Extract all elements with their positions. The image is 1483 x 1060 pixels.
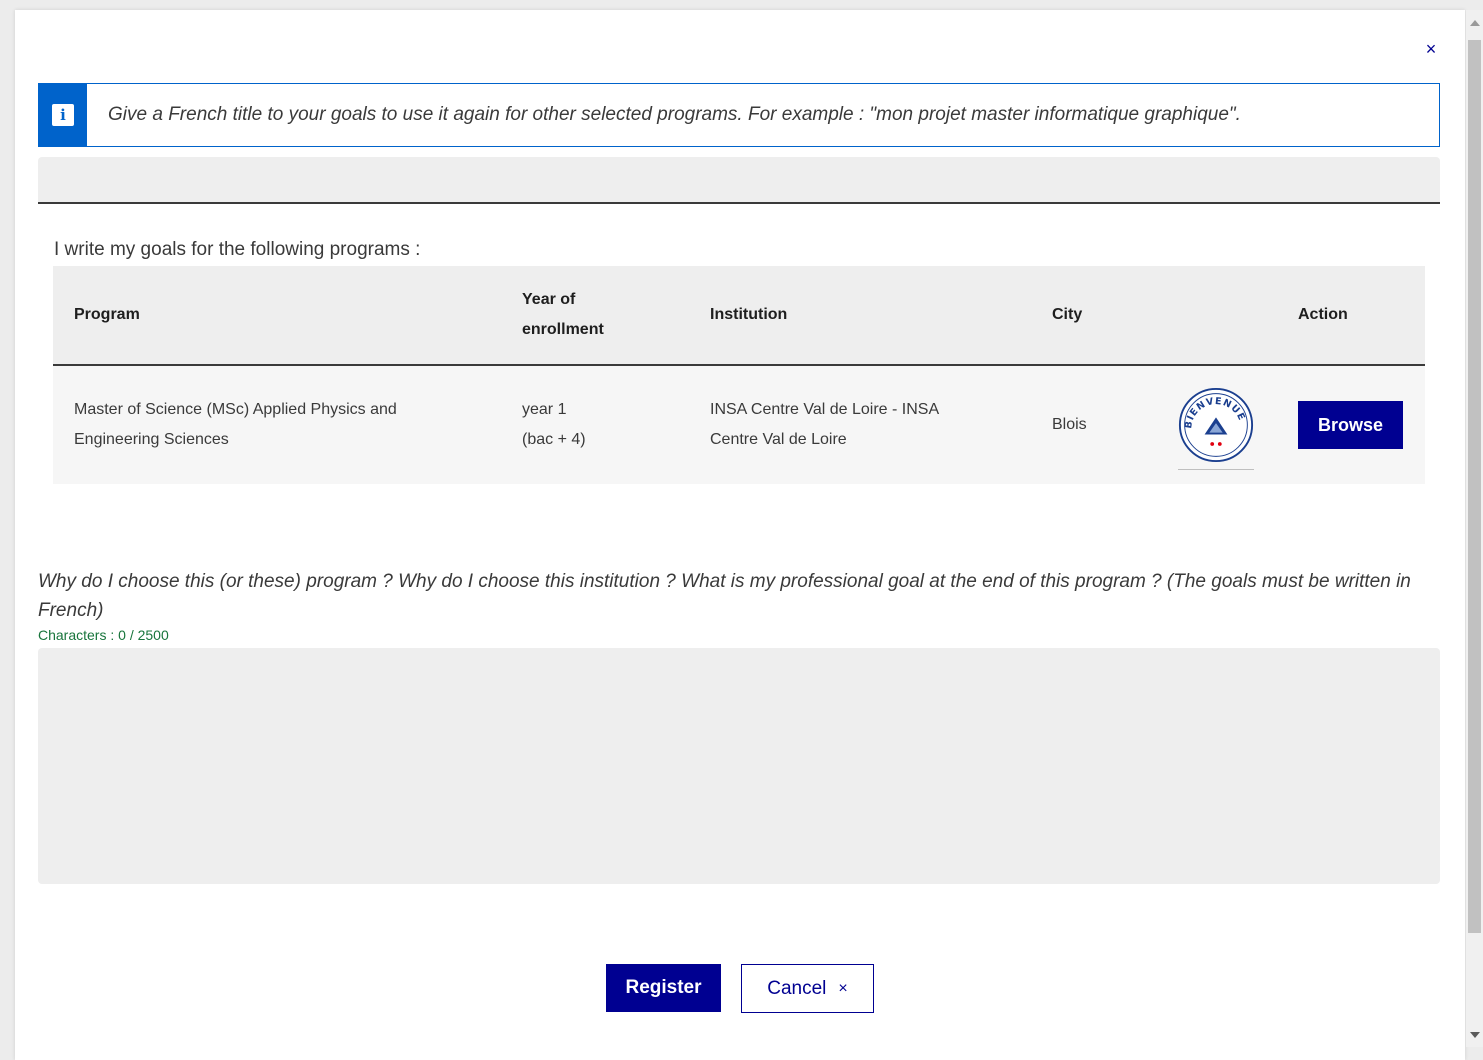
register-button[interactable]: Register [606,964,721,1012]
info-text: Give a French title to your goals to use… [108,104,1241,125]
browse-button[interactable]: Browse [1298,401,1404,449]
goals-dialog: × i Give a French title to your goals to… [15,10,1465,1060]
institution-line2: Centre Val de Loire [710,431,847,448]
program-name-line1: Master of Science (MSc) Applied Physics … [74,401,397,418]
scroll-thumb[interactable] [1468,40,1481,933]
character-counter: Characters : 0 / 2500 [38,627,169,643]
scroll-down-icon[interactable] [1470,1032,1480,1038]
header-badge [1157,266,1277,365]
table-row: Master of Science (MSc) Applied Physics … [53,365,1425,484]
header-year-line1: Year of [522,291,576,308]
institution-line1: INSA Centre Val de Loire - INSA [710,401,940,418]
info-icon: i [52,104,74,126]
info-notice: i Give a French title to your goals to u… [38,83,1440,147]
vertical-scrollbar[interactable] [1466,10,1483,1047]
bienvenue-en-france-badge: BIENVENUE [1178,387,1254,470]
header-year-line2: enrollment [522,321,604,338]
institution-cell: INSA Centre Val de Loire - INSA Centre Va… [689,365,1031,484]
badge-cell: BIENVENUE [1157,365,1277,484]
close-icon[interactable]: × [1421,38,1441,60]
header-program: Program [74,306,140,323]
programs-table: Program Year of enrollment Institution Ci… [53,266,1425,484]
goals-question: Why do I choose this (or these) program … [38,571,1411,621]
goals-title-input[interactable] [38,157,1440,204]
close-icon: × [838,979,848,997]
city-cell: Blois [1052,416,1087,433]
year-cell: year 1 (bac + 4) [501,365,689,484]
table-header-row: Program Year of enrollment Institution Ci… [53,266,1425,365]
program-cell: Master of Science (MSc) Applied Physics … [53,365,501,484]
cancel-button[interactable]: Cancel × [741,964,874,1013]
header-year: Year of enrollment [501,266,689,365]
programs-label: I write my goals for the following progr… [54,239,421,260]
program-name-line2: Engineering Sciences [74,431,229,448]
cancel-label: Cancel [767,977,827,999]
year-line2: (bac + 4) [522,431,586,448]
year-line1: year 1 [522,401,567,418]
header-action: Action [1298,306,1348,323]
goals-textarea[interactable] [38,648,1440,884]
header-institution: Institution [710,306,788,323]
header-city: City [1052,306,1083,323]
info-icon-panel: i [39,84,87,146]
action-cell: Browse [1277,365,1425,484]
scroll-up-icon[interactable] [1470,20,1480,26]
